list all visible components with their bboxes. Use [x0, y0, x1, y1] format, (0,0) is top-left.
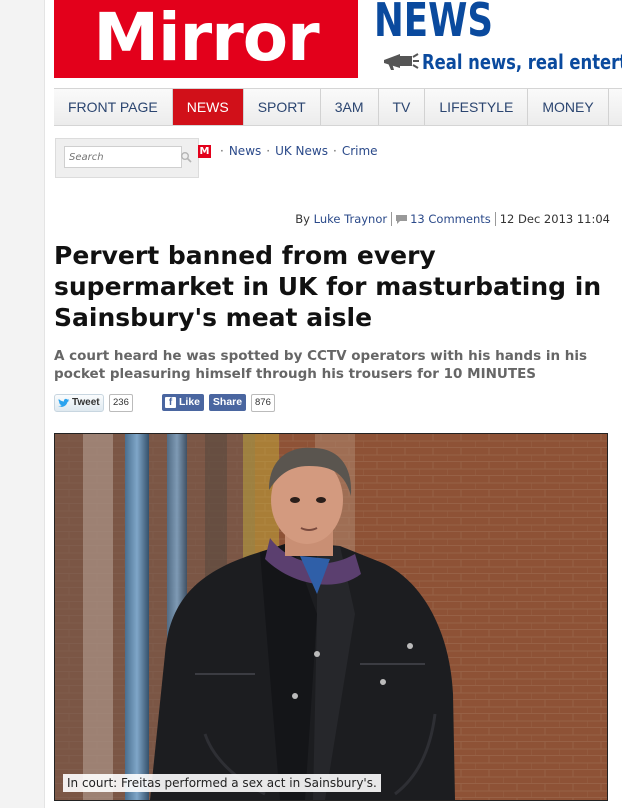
- tweet-label: Tweet: [72, 397, 100, 408]
- nav-item-sport[interactable]: SPORT: [244, 89, 321, 125]
- twitter-bird-icon: [58, 398, 70, 407]
- publish-date: 12 Dec 2013 11:04: [499, 212, 610, 226]
- breadcrumb-separator: ·: [333, 144, 337, 158]
- article-standfirst: A court heard he was spotted by CCTV ope…: [54, 348, 588, 382]
- mirror-m-icon[interactable]: M: [198, 144, 211, 158]
- tagline-text: Real news, real entertai: [422, 50, 622, 74]
- facebook-like-button[interactable]: f Like: [162, 394, 204, 411]
- share-count: 876: [251, 394, 275, 412]
- breadcrumb: M · News · UK News · Crime: [198, 143, 378, 159]
- main-nav: FRONT PAGE NEWS SPORT 3AM TV LIFESTYLE M…: [54, 88, 622, 126]
- search-input[interactable]: [64, 146, 182, 168]
- photo-illustration: [55, 434, 607, 800]
- tweet-button[interactable]: Tweet: [54, 394, 104, 412]
- breadcrumb-uk-news[interactable]: UK News: [275, 144, 328, 158]
- comment-icon: [396, 214, 408, 224]
- search-box: [55, 138, 199, 178]
- nav-item-money[interactable]: MONEY: [528, 89, 609, 125]
- mirror-logo[interactable]: Mirror: [54, 0, 358, 78]
- byline-divider: [494, 212, 496, 226]
- nav-item-front-page[interactable]: FRONT PAGE: [54, 89, 173, 125]
- comments-link[interactable]: 13 Comments: [410, 212, 491, 226]
- breadcrumb-news[interactable]: News: [229, 144, 261, 158]
- search-icon[interactable]: [180, 151, 192, 163]
- breadcrumb-separator: ·: [266, 144, 271, 158]
- left-rail: [0, 0, 45, 808]
- article-photo[interactable]: In court: Freitas performed a sex act in…: [54, 433, 608, 801]
- megaphone-icon: [384, 53, 419, 70]
- logo-text: Mirror: [93, 0, 319, 76]
- author-link[interactable]: Luke Traynor: [314, 212, 387, 226]
- byline: By Luke Traynor 13 Comments 12 Dec 2013 …: [295, 212, 610, 226]
- facebook-f-icon: f: [165, 397, 176, 408]
- nav-item-news[interactable]: NEWS: [172, 89, 244, 125]
- section-title[interactable]: NEWS: [374, 0, 493, 46]
- nav-item-pl[interactable]: PL: [609, 89, 622, 125]
- breadcrumb-crime[interactable]: Crime: [342, 144, 378, 158]
- breadcrumb-separator: ·: [220, 144, 224, 158]
- photo-caption: In court: Freitas performed a sex act in…: [63, 774, 381, 792]
- facebook-share-button[interactable]: Share: [209, 394, 246, 411]
- nav-item-tv[interactable]: TV: [379, 89, 426, 125]
- tweet-count: 236: [109, 394, 133, 412]
- byline-prefix: By: [295, 212, 310, 226]
- article-headline: Pervert banned from every supermarket in…: [54, 241, 602, 332]
- like-label: Like: [179, 396, 201, 408]
- nav-item-3am[interactable]: 3AM: [321, 89, 379, 125]
- byline-divider: [391, 212, 393, 226]
- nav-item-lifestyle[interactable]: LIFESTYLE: [425, 89, 529, 125]
